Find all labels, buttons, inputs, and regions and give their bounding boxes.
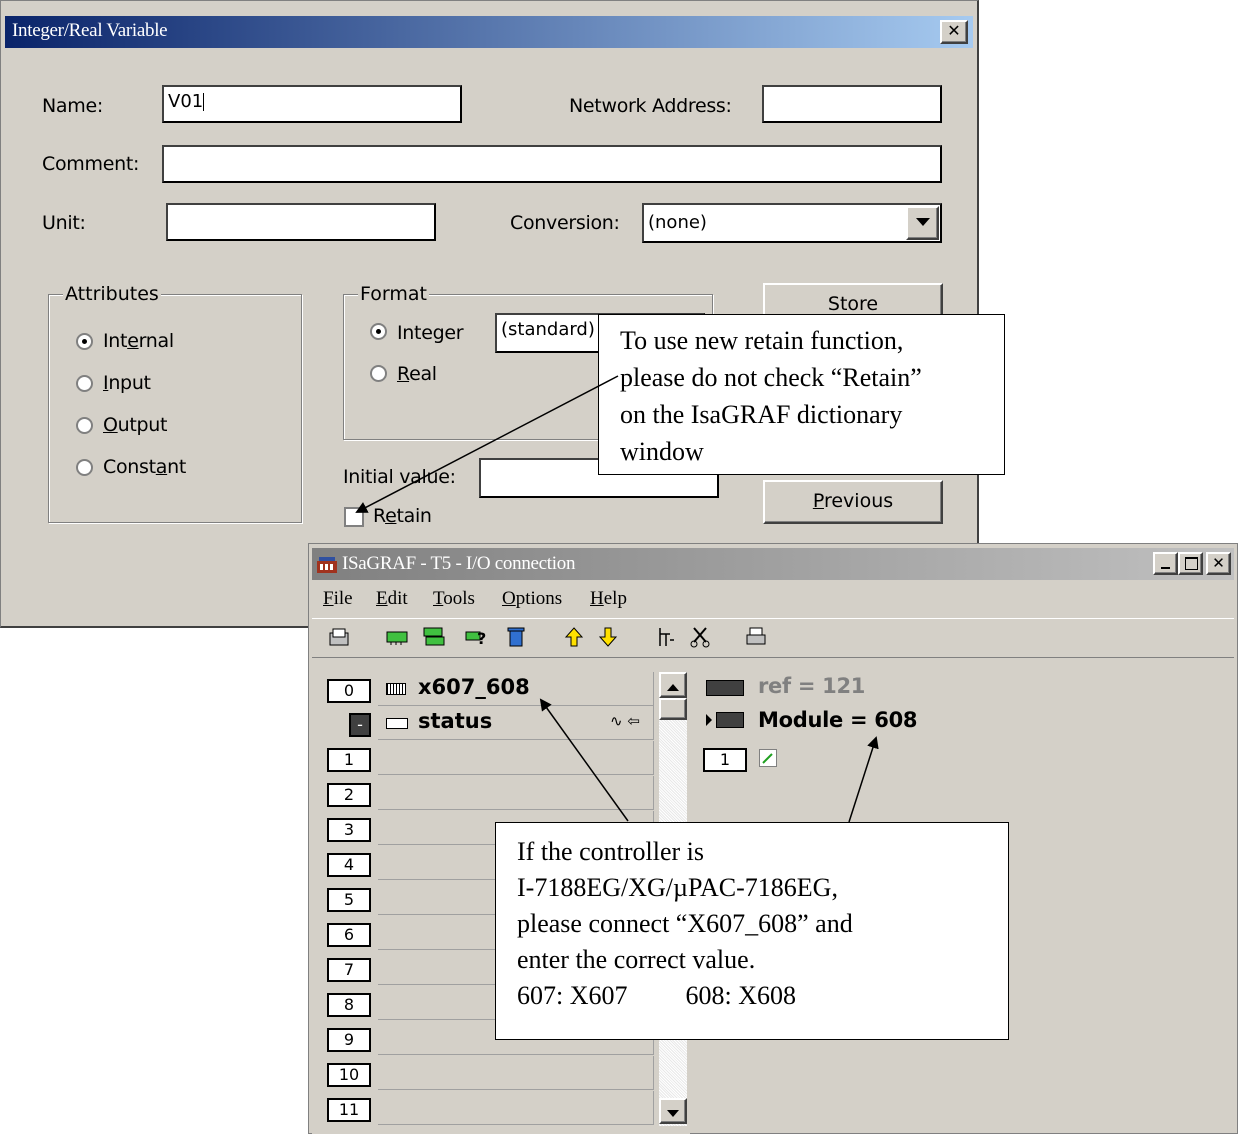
arrow-to-retain bbox=[355, 375, 619, 513]
annotation-arrows bbox=[355, 375, 879, 823]
arrow-to-module bbox=[848, 736, 879, 823]
arrow-to-x607-608 bbox=[539, 698, 629, 822]
